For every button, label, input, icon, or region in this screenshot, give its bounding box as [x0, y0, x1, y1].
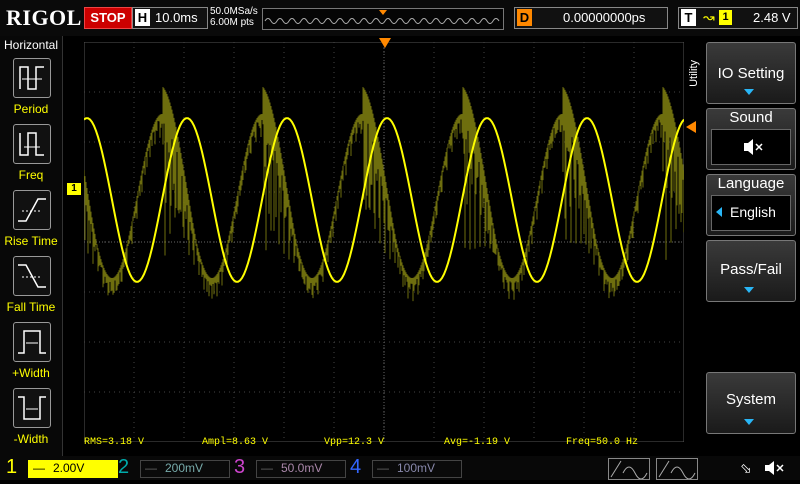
io-setting-label: IO Setting — [717, 65, 785, 82]
period-icon — [13, 58, 51, 98]
timebase-value: 10.0ms — [155, 10, 198, 25]
pos-width-label: +Width — [12, 366, 50, 380]
measure-rise-time-button[interactable]: Rise Time — [0, 190, 62, 256]
trigger-settings[interactable]: T ↝ 1 2.48 V — [678, 7, 798, 29]
measure-ampl: Ampl=8.63 V — [202, 437, 269, 448]
pass-fail-label: Pass/Fail — [720, 261, 782, 278]
period-label: Period — [13, 102, 49, 116]
utility-menu-title: Utility — [688, 60, 700, 87]
dc-coupling-icon: — — [33, 461, 45, 475]
horizontal-key: H — [135, 9, 150, 26]
measure-period-button[interactable]: Period — [0, 58, 62, 124]
measure-avg: Avg=-1.19 V — [444, 437, 511, 448]
channel-3-number: 3 — [234, 456, 246, 478]
channel-1-number: 1 — [6, 456, 18, 478]
acquisition-info: 50.0MSa/s 6.00M pts — [210, 6, 258, 28]
memory-depth: 6.00M pts — [210, 17, 254, 28]
channel-4-scale: 100mV — [397, 461, 436, 475]
system-button[interactable]: System — [706, 372, 796, 434]
waveform-display[interactable] — [83, 41, 685, 443]
trigger-position-arrow[interactable] — [379, 38, 391, 48]
measure-fall-time-button[interactable]: Fall Time — [0, 256, 62, 322]
channel-2-scale: 200mV — [165, 461, 204, 475]
chevron-down-icon — [744, 419, 754, 425]
neg-width-label: -Width — [13, 432, 49, 446]
rise-time-label: Rise Time — [4, 234, 58, 248]
sound-button[interactable]: Sound — [706, 108, 796, 170]
language-value: English — [730, 204, 776, 220]
rigol-logo: RIGOL — [6, 5, 82, 30]
measure-rms: RMS=3.18 V — [84, 437, 145, 448]
freq-icon — [13, 124, 51, 164]
dc-coupling-icon: — — [145, 461, 157, 475]
horizontal-timebase[interactable]: H 10.0ms — [132, 7, 208, 29]
memory-overview — [262, 8, 504, 30]
fall-time-icon — [13, 256, 51, 296]
run-stop-indicator[interactable]: STOP — [84, 7, 132, 29]
dc-coupling-icon: — — [261, 461, 273, 475]
language-label: Language — [717, 175, 785, 192]
sine-wave-icon — [610, 460, 648, 480]
horizontal-delay[interactable]: D 0.00000000ps — [514, 7, 668, 29]
freq-label: Freq — [18, 168, 44, 182]
dc-coupling-icon: — — [377, 461, 389, 475]
delay-value: 0.00000000ps — [563, 10, 646, 25]
speaker-mute-status-icon — [762, 458, 786, 483]
sound-label: Sound — [729, 109, 773, 126]
sound-value-box — [711, 129, 791, 165]
io-setting-button[interactable]: IO Setting — [706, 42, 796, 104]
math-channel-button[interactable] — [608, 458, 650, 480]
measure-vpp: Vpp=12.3 V — [324, 437, 385, 448]
channel-3-scale: 50.0mV — [281, 461, 323, 475]
trigger-level-arrow[interactable] — [686, 121, 696, 133]
pass-fail-button[interactable]: Pass/Fail — [706, 240, 796, 302]
memory-waveform-preview — [264, 10, 500, 24]
chevron-down-icon — [744, 287, 754, 293]
chevron-down-icon — [744, 89, 754, 95]
ch1-offset-marker[interactable]: 1 — [67, 183, 81, 195]
delay-key: D — [517, 9, 532, 26]
trigger-source: 1 — [719, 10, 732, 25]
measure-neg-width-button[interactable]: -Width — [0, 388, 62, 454]
speaker-mute-icon — [744, 139, 763, 155]
ref-channel-button[interactable] — [656, 458, 698, 480]
fall-time-label: Fall Time — [6, 300, 56, 314]
trigger-level: 2.48 V — [753, 10, 791, 25]
measure-panel-title: Horizontal — [3, 38, 59, 52]
waveform-graticule — [83, 41, 685, 443]
sine-wave-icon — [658, 460, 696, 480]
sample-rate: 50.0MSa/s — [210, 6, 258, 17]
trigger-position-marker — [379, 10, 387, 15]
channel-2-number: 2 — [118, 456, 130, 478]
channel-1-scale: 2.00V — [53, 461, 85, 475]
chevron-left-icon — [716, 207, 722, 217]
language-button[interactable]: Language English — [706, 174, 796, 236]
rise-time-icon — [13, 190, 51, 230]
language-value-box: English — [711, 195, 791, 231]
measure-pos-width-button[interactable]: +Width — [0, 322, 62, 388]
neg-width-icon — [13, 388, 51, 428]
trigger-key: T — [681, 9, 696, 26]
system-label: System — [725, 391, 776, 408]
measure-freq-button[interactable]: Freq — [0, 124, 62, 190]
usb-icon: ⬂ — [740, 460, 752, 476]
channel-4-number: 4 — [350, 456, 362, 478]
pos-width-icon — [13, 322, 51, 362]
measure-freq: Freq=50.0 Hz — [566, 437, 639, 448]
rising-edge-icon: ↝ — [703, 9, 715, 25]
